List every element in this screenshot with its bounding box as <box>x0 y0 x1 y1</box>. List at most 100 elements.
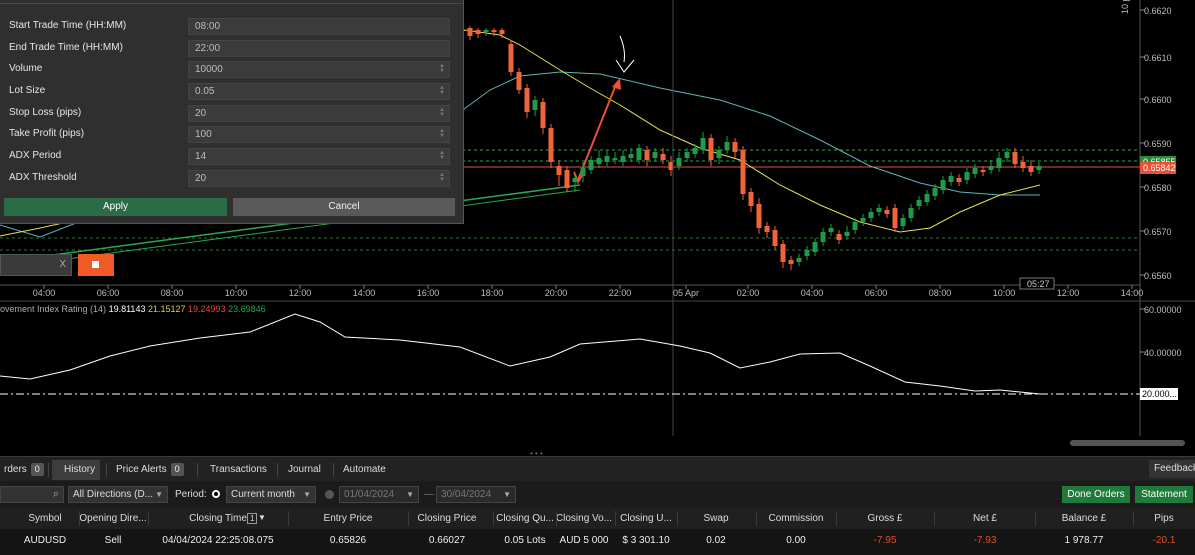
time-axis-label: 14:00 <box>1121 288 1144 298</box>
price-axis-label: 0.6610 <box>1144 53 1172 63</box>
history-filter-bar: ⌕ All Directions (D... ▼ Period: Current … <box>0 481 1195 508</box>
table-cell: -20.1 <box>1152 535 1176 546</box>
price-axis-label: 0.6620 <box>1144 6 1172 16</box>
tab-transactions-label: Transactions <box>210 464 267 475</box>
setting-label: ADX Period <box>9 150 62 161</box>
statement-button[interactable]: Statement <box>1135 486 1193 503</box>
price-axis-label: 0.6590 <box>1144 139 1172 149</box>
price-axis-label: 0.6580 <box>1144 183 1172 193</box>
date-range-dash: — <box>424 489 434 500</box>
setting-value: 10000 <box>195 64 223 75</box>
clear-icon[interactable]: X <box>59 259 66 270</box>
table-cell: Sell <box>104 535 122 546</box>
stop-icon <box>92 261 99 268</box>
history-table-header: Symbol Opening Dire... Closing Time Entry P… <box>0 508 1195 529</box>
column-header[interactable]: Pips <box>1119 513 1195 524</box>
price-axis-label: 0.6600 <box>1144 95 1172 105</box>
setting-input[interactable]: 100 ▲ ▼ <box>188 126 450 143</box>
setting-input[interactable]: 0.05 ▲ ▼ <box>188 83 450 100</box>
direction-filter-select[interactable]: All Directions (D... ▼ <box>68 486 168 503</box>
time-axis-label: 10:00 <box>225 288 248 298</box>
candle <box>892 204 898 232</box>
time-axis-label: 16:00 <box>417 288 440 298</box>
date-to-input[interactable]: 30/04/2024 ▼ <box>436 486 516 503</box>
setting-input[interactable]: 08:00 <box>188 18 450 35</box>
threshold-tag-label: 20.000... <box>1142 389 1177 399</box>
column-header[interactable]: Net £ <box>940 513 1030 524</box>
chart-scrollbar[interactable] <box>1070 440 1185 446</box>
setting-row: End Trade Time (HH:MM) 22:00 <box>0 40 463 58</box>
time-axis-label: 06:00 <box>865 288 888 298</box>
column-header[interactable]: Gross £ <box>840 513 930 524</box>
apply-button[interactable]: Apply <box>4 198 227 216</box>
time-axis-label: 04:00 <box>33 288 56 298</box>
setting-input[interactable]: 20 ▲ ▼ <box>188 105 450 122</box>
setting-label: Start Trade Time (HH:MM) <box>9 20 127 31</box>
setting-row: Stop Loss (pips) 20 ▲ ▼ <box>0 105 463 123</box>
svg-text:• • •: • • • <box>530 449 543 456</box>
date-range-radio[interactable] <box>325 490 334 499</box>
order-quantity-input[interactable]: X <box>0 254 72 276</box>
price-axis-label: 0.6560 <box>1144 271 1172 281</box>
time-axis-label: 22:00 <box>609 288 632 298</box>
date-from-value: 01/04/2024 <box>344 489 395 500</box>
sort-order-badge: 1 <box>247 513 258 524</box>
tab-price-alerts[interactable]: Price Alerts 0 <box>112 460 188 480</box>
tab-journal-label: Journal <box>288 464 321 475</box>
column-header[interactable]: Balance £ <box>1039 513 1129 524</box>
setting-value: 20 <box>195 173 207 184</box>
column-header[interactable]: Opening Dire... <box>68 513 158 524</box>
setting-input[interactable]: 20 ▲ ▼ <box>188 170 450 187</box>
setting-value: 100 <box>195 129 212 140</box>
tab-price-alerts-badge: 0 <box>170 463 184 476</box>
chevron-down-icon: ▼ <box>406 490 414 499</box>
time-axis-label: 08:00 <box>929 288 952 298</box>
indicator-value-3: 19.24993 <box>188 304 226 314</box>
setting-input[interactable]: 14 ▲ ▼ <box>188 148 450 165</box>
strategy-settings-panel: Start Trade Time (HH:MM) 08:00 End Trade T… <box>0 0 464 224</box>
spinner-icon[interactable]: ▲ ▼ <box>439 128 445 139</box>
setting-label: End Trade Time (HH:MM) <box>9 42 123 53</box>
indicator-value-1: 19.81143 <box>108 304 146 314</box>
setting-label: Lot Size <box>9 85 46 96</box>
search-icon[interactable]: ⌕ <box>53 487 59 502</box>
spinner-icon[interactable]: ▲ ▼ <box>439 172 445 183</box>
setting-value: 0.05 <box>195 86 215 97</box>
setting-value: 08:00 <box>195 21 221 32</box>
spinner-icon[interactable]: ▲ ▼ <box>439 63 445 74</box>
setting-row: Volume 10000 ▲ ▼ <box>0 61 463 79</box>
period-select-value: Current month <box>231 489 295 500</box>
tab-journal[interactable]: Journal <box>284 460 325 480</box>
setting-label: ADX Threshold <box>9 172 77 183</box>
search-input[interactable]: ⌕ <box>0 486 64 503</box>
setting-label: Stop Loss (pips) <box>9 107 82 118</box>
spinner-icon[interactable]: ▲ ▼ <box>439 150 445 161</box>
stop-button[interactable] <box>78 254 114 276</box>
feedback-button[interactable]: Feedback <box>1149 460 1195 478</box>
cancel-button[interactable]: Cancel <box>233 198 455 216</box>
column-header[interactable]: Closing Price <box>402 513 492 524</box>
tab-automate[interactable]: Automate <box>339 460 390 480</box>
tab-transactions[interactable]: Transactions <box>206 460 271 480</box>
setting-value: 22:00 <box>195 43 221 54</box>
setting-value: 14 <box>195 151 207 162</box>
column-header[interactable]: Commission <box>751 513 841 524</box>
time-axis-label: 14:00 <box>353 288 376 298</box>
sort-desc-icon: ▼ <box>258 513 266 522</box>
column-header[interactable]: Swap <box>671 513 761 524</box>
tab-orders[interactable]: rders 0 <box>0 460 48 480</box>
tab-history[interactable]: History <box>52 460 100 480</box>
period-select[interactable]: Current month ▼ <box>226 486 316 503</box>
spinner-icon[interactable]: ▲ ▼ <box>439 107 445 118</box>
setting-input[interactable]: 10000 ▲ ▼ <box>188 61 450 78</box>
time-axis-label: 06:00 <box>97 288 120 298</box>
done-orders-button[interactable]: Done Orders <box>1062 486 1130 503</box>
spinner-icon[interactable]: ▲ ▼ <box>439 85 445 96</box>
indicator-value-2: 21.15127 <box>147 304 186 314</box>
setting-input[interactable]: 22:00 <box>188 40 450 57</box>
price-axis-label: 0.6570 <box>1144 227 1172 237</box>
column-header[interactable]: Entry Price <box>303 513 393 524</box>
date-from-input[interactable]: 01/04/2024 ▼ <box>339 486 419 503</box>
table-row[interactable]: AUDUSD Sell 04/04/2024 22:25:08.075 0.65826… <box>0 529 1195 555</box>
time-axis-label: 02:00 <box>737 288 760 298</box>
